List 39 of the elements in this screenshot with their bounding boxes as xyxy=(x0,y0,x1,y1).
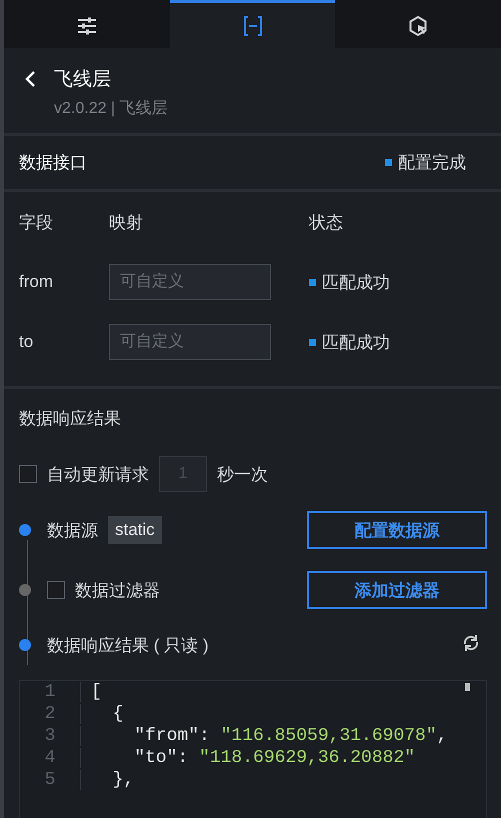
field-name: from xyxy=(19,271,54,293)
line-number: 2 xyxy=(44,704,56,724)
code-editor[interactable]: 1 [ 2 { 3 "from": "116.85059,31.69078", 4 "to": "118.69629,36.20882" 5 }, xyxy=(19,680,487,818)
input-field[interactable]: 可自定义 xyxy=(109,264,271,300)
tab[interactable] xyxy=(170,0,336,48)
line-number: 1 xyxy=(44,682,56,702)
line-number: 4 xyxy=(44,748,56,768)
code-line: [ xyxy=(80,682,102,702)
add-filter-button[interactable]: 添加过滤器 xyxy=(307,571,487,609)
section-title: 数据接口 xyxy=(19,152,87,174)
column-header: 映射 xyxy=(109,212,144,234)
column-header: 字段 xyxy=(19,212,54,234)
source-tag: static xyxy=(108,516,162,544)
line-number: 3 xyxy=(44,726,56,746)
code-line: "from": "116.85059,31.69078", xyxy=(80,726,448,746)
layer-title: 飞线层 xyxy=(54,68,112,92)
code-line: "to": "118.69629,36.20882" xyxy=(80,748,416,768)
input-field[interactable]: 可自定义 xyxy=(109,324,271,360)
configure-source-button[interactable]: 配置数据源 xyxy=(307,511,487,549)
unit-label: 秒一次 xyxy=(217,464,268,486)
code-line: { xyxy=(80,704,124,724)
field-name: to xyxy=(19,331,34,353)
checkbox[interactable] xyxy=(47,581,65,599)
step-label: 数据过滤器 xyxy=(75,580,160,602)
checkbox-label: 自动更新请求 xyxy=(47,464,149,486)
column-header: 状态 xyxy=(309,212,344,234)
refresh-icon[interactable] xyxy=(461,632,481,652)
status-text: 匹配成功 xyxy=(322,332,390,354)
code-line: }, xyxy=(80,770,134,790)
line-number: 5 xyxy=(44,770,56,790)
checkbox[interactable] xyxy=(19,465,37,483)
step-label: 数据源 xyxy=(47,520,98,542)
step-label: 数据响应结果 ( 只读 ) xyxy=(47,634,208,656)
status-text: 匹配成功 xyxy=(322,272,390,294)
section-title: 数据响应结果 xyxy=(18,408,122,430)
status-text: 配置完成 xyxy=(398,152,466,174)
scrollbar-thumb[interactable] xyxy=(465,683,470,691)
chevron-left-icon xyxy=(24,70,38,88)
version-label: v2.0.22 | 飞线层 xyxy=(54,98,168,119)
